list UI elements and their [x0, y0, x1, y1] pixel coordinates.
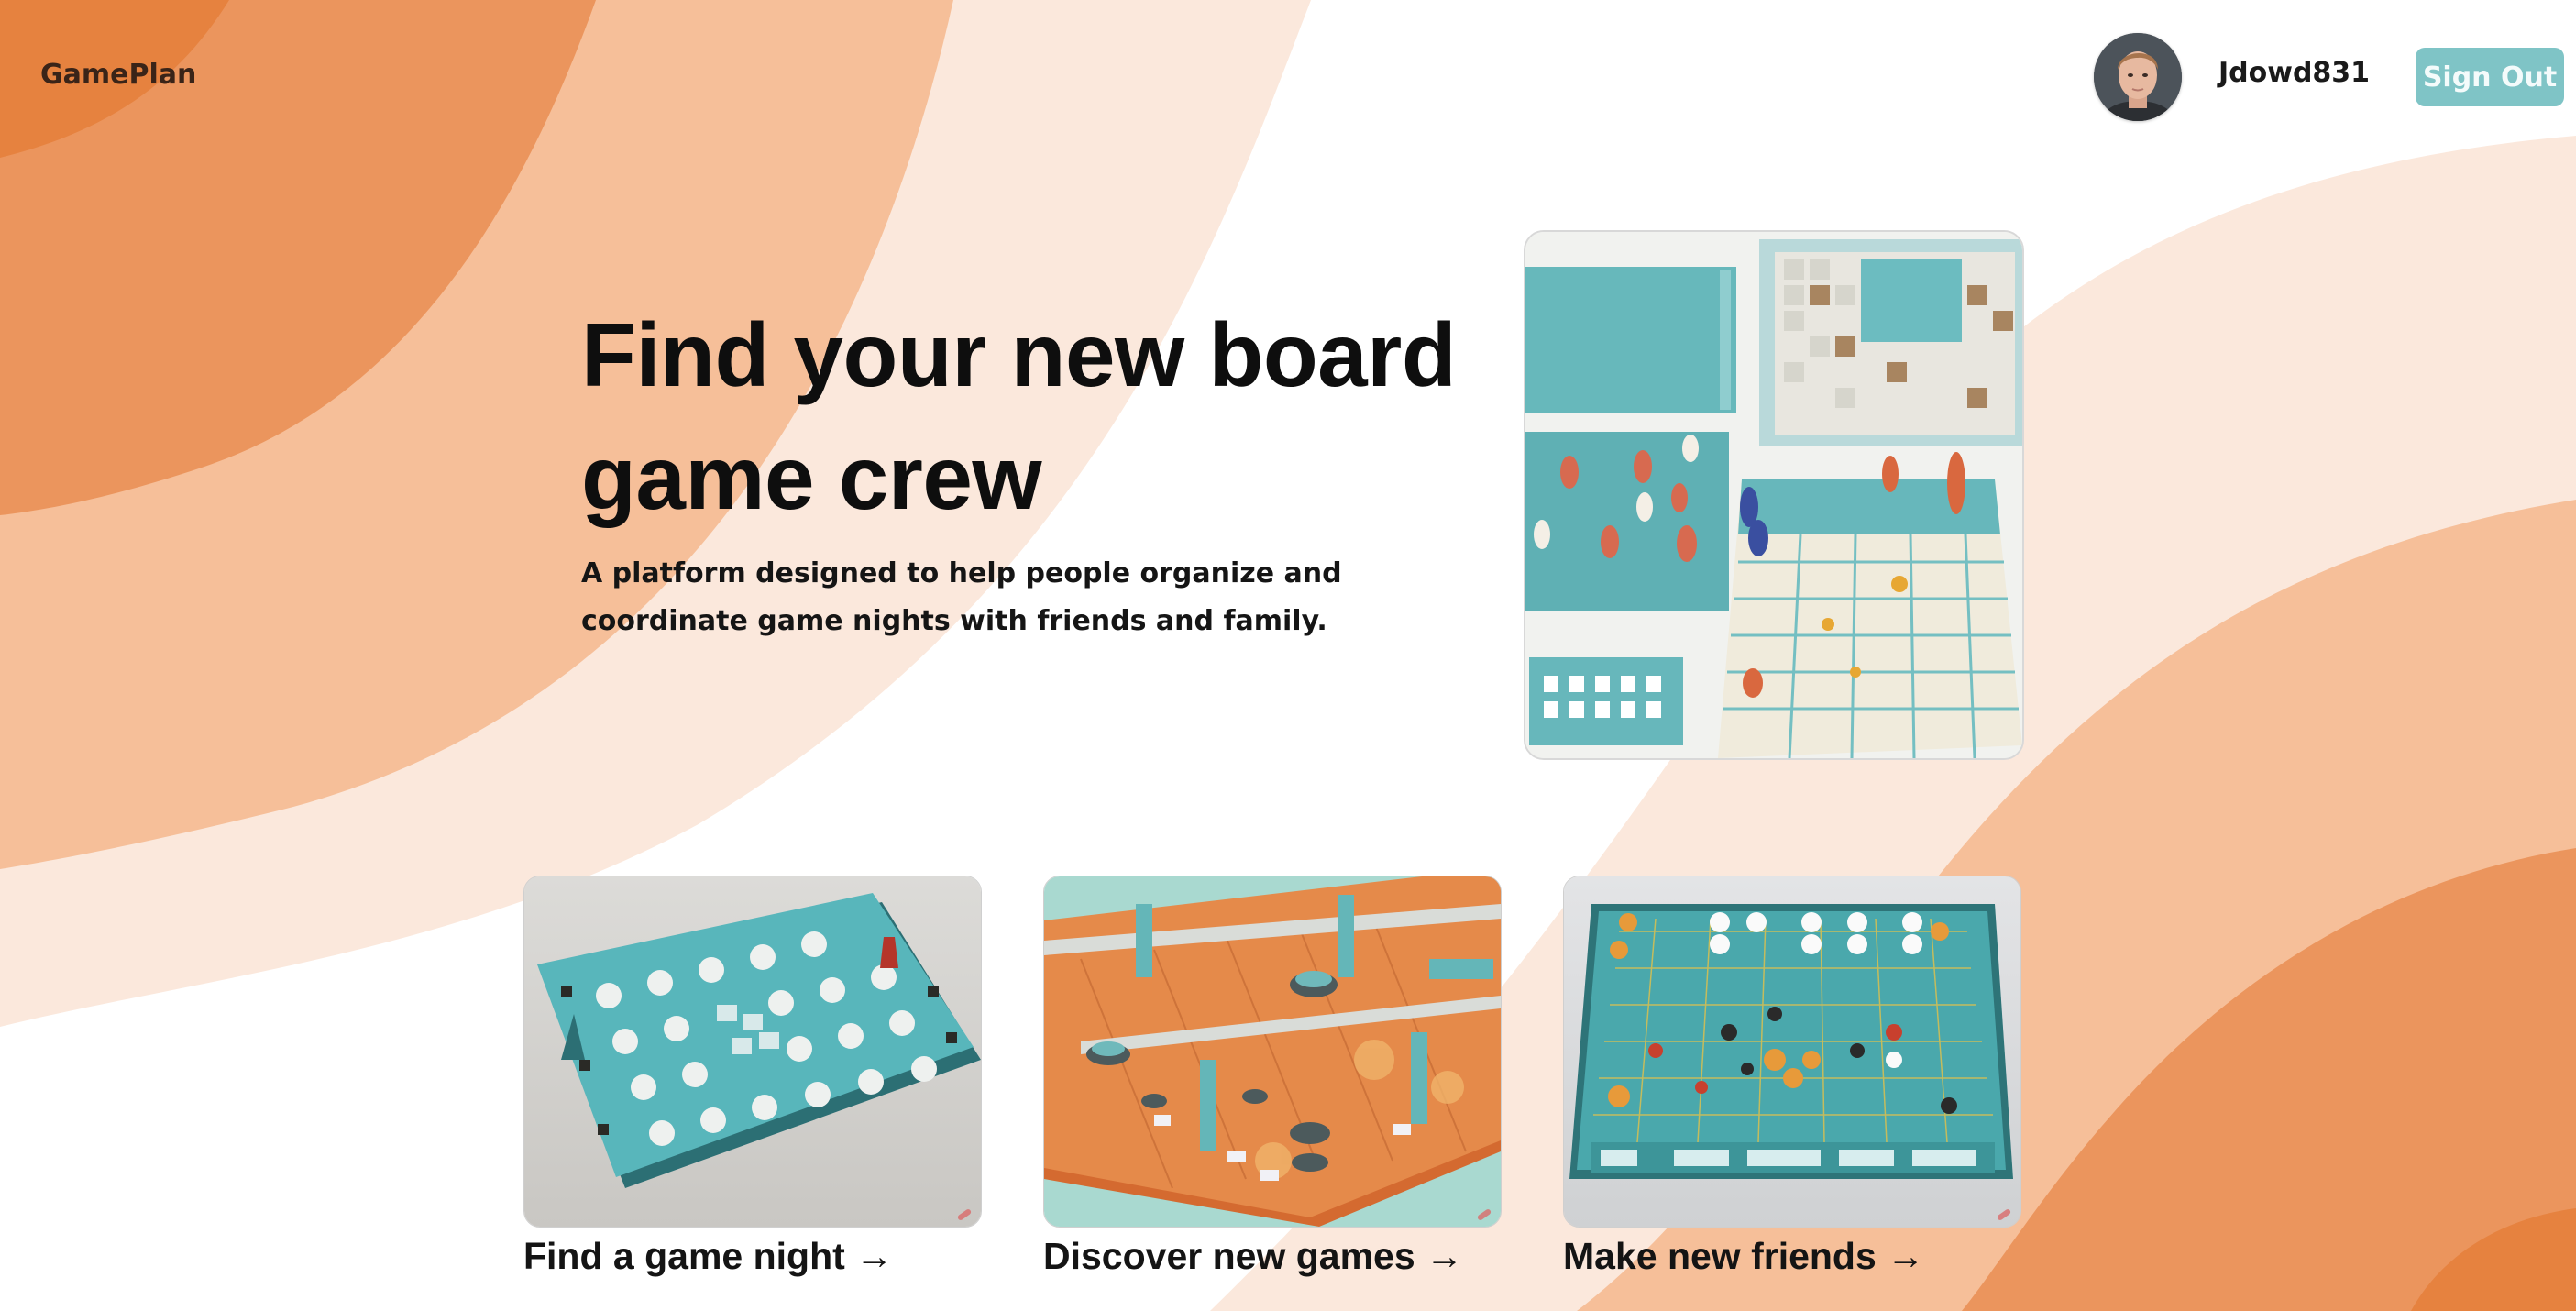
make-new-friends-link[interactable]: Make new friends →: [1563, 1235, 2021, 1278]
make-friends-card[interactable]: Make new friends →: [1563, 876, 2021, 1278]
user-avatar[interactable]: [2094, 33, 2182, 121]
find-game-night-link[interactable]: Find a game night →: [523, 1235, 982, 1278]
sign-out-button[interactable]: Sign Out: [2416, 48, 2564, 106]
discover-games-card[interactable]: Discover new games →: [1043, 876, 1502, 1278]
hero-title: Find your new board game crew: [581, 304, 1457, 528]
discover-new-games-link[interactable]: Discover new games →: [1043, 1235, 1502, 1278]
board-game-image: [1043, 876, 1502, 1228]
hero-subtitle: A platform designed to help people organ…: [581, 557, 1342, 637]
username[interactable]: Jdowd831: [2218, 57, 2370, 89]
board-game-image: [1563, 876, 2021, 1228]
hero-board-game-image: [1524, 230, 2024, 760]
find-game-night-card[interactable]: Find a game night →: [523, 876, 982, 1278]
board-game-image: [523, 876, 982, 1228]
brand-logo[interactable]: GamePlan: [40, 59, 196, 91]
